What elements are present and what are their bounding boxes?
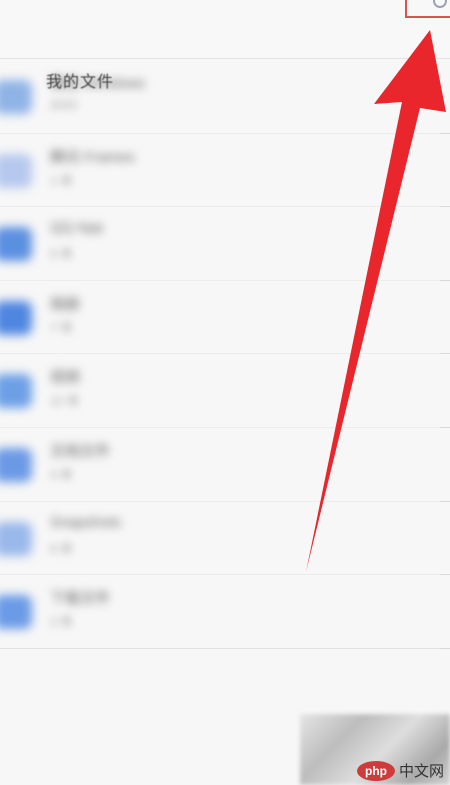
item-meta: 5 项 xyxy=(50,247,73,262)
list-item[interactable]: 视频 12 项 xyxy=(0,354,450,428)
folder-icon xyxy=(0,300,32,335)
watermark-site-text: 中文网 xyxy=(398,762,444,780)
item-name: QQ App xyxy=(50,219,104,237)
divider xyxy=(440,647,450,649)
folder-icon xyxy=(0,374,32,409)
item-name: 相册 xyxy=(50,295,81,313)
folder-icon xyxy=(0,447,32,482)
item-meta: 3 项 xyxy=(50,467,73,482)
list-title: 我的文件 xyxy=(46,74,115,91)
item-meta: 2 项 xyxy=(50,615,73,630)
php-logo: php xyxy=(356,760,395,781)
folder-icon xyxy=(0,595,32,630)
folder-icon xyxy=(0,153,32,188)
list-item[interactable]: 下载文件 2 项 xyxy=(0,575,450,649)
list-item[interactable]: 相册 7 项 xyxy=(0,281,450,355)
folder-icon xyxy=(0,80,32,114)
item-meta: 7 项 xyxy=(50,320,73,335)
file-list: 微信 Windows 2023 腾讯 Frames 1 项 QQ App 5 项… xyxy=(0,60,450,649)
folder-icon xyxy=(0,227,32,262)
item-name: 腾讯 Frames xyxy=(50,148,136,166)
item-name: 视频 xyxy=(50,369,81,387)
list-item[interactable]: Snapshots 6 项 xyxy=(0,502,450,576)
item-name: 下载文件 xyxy=(50,590,111,608)
list-item[interactable]: 文档文件 3 项 xyxy=(0,428,450,502)
item-meta: 6 项 xyxy=(50,541,73,556)
circle-icon xyxy=(433,0,447,8)
item-name: 文档文件 xyxy=(50,442,111,460)
top-bar xyxy=(0,0,450,59)
folder-icon xyxy=(0,521,32,556)
list-item[interactable]: QQ App 5 项 xyxy=(0,207,450,281)
item-meta: 2023 xyxy=(50,98,77,112)
item-name: Snapshots xyxy=(50,513,121,531)
item-meta: 1 项 xyxy=(50,173,73,188)
item-meta: 12 项 xyxy=(50,394,79,409)
watermark: php 中文网 xyxy=(356,760,444,781)
highlighted-menu-button[interactable] xyxy=(405,0,450,18)
list-item[interactable]: 腾讯 Frames 1 项 xyxy=(0,134,450,208)
